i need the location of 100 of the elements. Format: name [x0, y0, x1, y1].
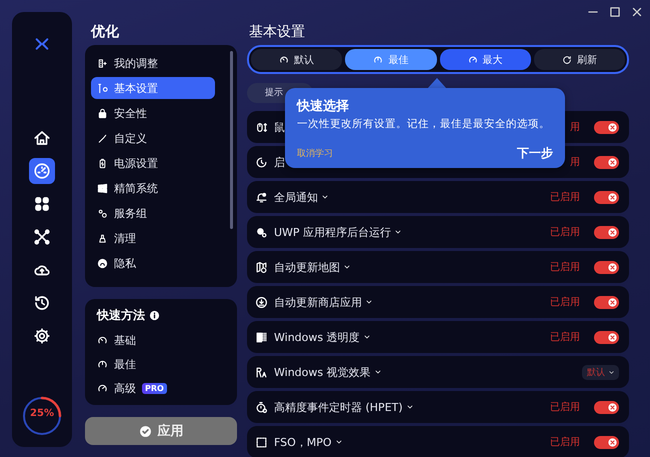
apps-icon [33, 195, 51, 213]
status-text: 用 [570, 121, 580, 134]
setting-label: UWP 应用程序后台运行 [274, 224, 392, 240]
panel-title: 快速方法 [97, 307, 145, 324]
toggle-switch[interactable] [594, 296, 619, 308]
sidebar-item[interactable]: 精简系统 [91, 177, 215, 199]
usage-ring [21, 395, 63, 437]
sidebar-item-icon [97, 108, 108, 118]
chevron-icon[interactable] [374, 368, 382, 376]
gauge-icon [468, 54, 478, 64]
sidebar-item[interactable]: 清理 [91, 227, 215, 249]
history-icon [33, 294, 51, 312]
setting-icon [255, 156, 268, 168]
toggle-switch[interactable] [594, 190, 619, 204]
setting-label: Windows 视觉效果 [274, 364, 371, 380]
sidebar-item-icon [97, 208, 108, 218]
toggle-switch[interactable] [594, 260, 619, 274]
x-knob-icon [608, 332, 617, 342]
setting-icon [255, 366, 268, 378]
x-knob-icon [608, 122, 617, 132]
setting-icon [255, 260, 268, 274]
chevron-icon[interactable] [394, 228, 402, 236]
chevron-icon[interactable] [365, 298, 373, 306]
sidebar-item-icon [97, 258, 108, 268]
preset-tab[interactable]: 刷新 [534, 49, 625, 70]
setting-icon [255, 120, 268, 134]
toggle-switch[interactable] [594, 436, 619, 448]
setting-label: 高精度事件定时器 (HPET) [274, 400, 403, 414]
sidebar-item[interactable]: 隐私 [91, 252, 215, 274]
next-button[interactable]: 下一步 [517, 145, 553, 162]
refresh-icon [562, 54, 572, 64]
status-text: 已启用 [550, 226, 580, 239]
setting-icon [255, 296, 268, 308]
chevron-icon[interactable] [406, 403, 414, 411]
gauge-icon [33, 162, 51, 180]
gauge-icon [97, 358, 108, 370]
preset-tab[interactable]: 默认 [251, 49, 342, 70]
usage-percent: 25% [29, 408, 55, 419]
x-knob-icon [608, 228, 617, 236]
pro-badge: PRO [142, 382, 167, 394]
x-knob-icon [608, 298, 617, 306]
chevron-icon[interactable] [321, 193, 329, 201]
setting-label: FSO，MPO [274, 434, 332, 450]
preset-tab[interactable]: 最大 [440, 49, 531, 70]
toggle-switch[interactable] [594, 120, 619, 134]
setting-label: 启 [274, 154, 285, 170]
settings-icon [33, 327, 51, 345]
sidebar-item-icon [97, 132, 108, 144]
sidebar-item-icon [97, 82, 108, 94]
status-text: 已启用 [550, 330, 580, 344]
info-icon[interactable] [149, 310, 160, 321]
home-icon [33, 129, 51, 147]
toggle-switch[interactable] [594, 156, 619, 168]
status-text: 已启用 [550, 296, 580, 309]
status-text: 用 [570, 156, 580, 169]
status-text: 已启用 [550, 260, 580, 274]
status-text: 已启用 [550, 436, 580, 449]
gauge-icon [97, 382, 108, 394]
quick-method-option[interactable]: 高级 [114, 380, 136, 396]
sidebar-item-icon [97, 182, 108, 194]
setting-icon [255, 330, 268, 344]
section-title: 优化 [90, 23, 120, 42]
close-icon[interactable] [630, 5, 644, 19]
chevron-icon[interactable] [343, 263, 351, 271]
setting-label: 全局通知 [274, 190, 318, 204]
x-knob-icon [608, 402, 617, 412]
chevron-icon [608, 368, 615, 376]
toggle-switch[interactable] [594, 226, 619, 238]
maximize-icon[interactable] [608, 5, 622, 19]
setting-label: 鼠 [274, 120, 285, 134]
setting-label: 自动更新地图 [274, 260, 340, 274]
status-text: 已启用 [550, 190, 580, 204]
quick-method-option[interactable]: 基础 [114, 332, 136, 348]
sidebar-item[interactable]: 服务组 [91, 202, 215, 224]
tooltip-text: 一次性更改所有设置。记住，最佳是最安全的选项。 [297, 117, 551, 131]
check-icon [138, 424, 152, 438]
sidebar-item-icon [97, 232, 108, 244]
page-title: 基本设置 [248, 23, 306, 42]
sidebar-item[interactable]: 安全性 [91, 102, 215, 124]
setting-icon [255, 436, 268, 448]
chevron-icon[interactable] [362, 333, 371, 341]
setting-icon [255, 190, 268, 204]
quick-method-option[interactable]: 最佳 [114, 356, 136, 372]
sidebar-item-icon [97, 158, 108, 168]
chevron-icon[interactable] [334, 438, 343, 446]
x-knob-icon [608, 192, 617, 202]
logo-icon [34, 36, 50, 52]
setting-label: Windows 透明度 [274, 330, 360, 344]
gauge-icon [373, 54, 384, 64]
toggle-switch[interactable] [594, 400, 619, 414]
sidebar-item[interactable]: 我的调整 [91, 52, 215, 74]
sidebar-item[interactable]: 基本设置 [91, 77, 215, 99]
sidebar-item[interactable]: 电源设置 [91, 152, 215, 174]
gauge-icon [97, 334, 108, 346]
x-knob-icon [608, 262, 617, 272]
toggle-switch[interactable] [594, 330, 619, 344]
status-text: 已启用 [550, 400, 580, 414]
sidebar-item-icon [97, 58, 108, 68]
rail-button[interactable] [29, 158, 55, 184]
sidebar-item[interactable]: 自定义 [91, 127, 215, 149]
